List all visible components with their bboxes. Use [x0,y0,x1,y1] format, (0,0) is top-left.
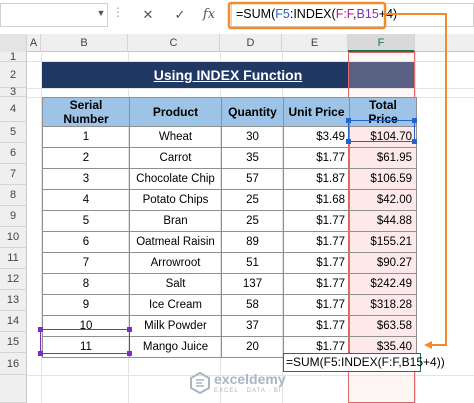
exceldemy-watermark: exceldemy EXCEL · DATA · BI [186,369,306,399]
watermark-tagline: EXCEL · DATA · BI [214,388,282,394]
callout-connector [227,1,447,349]
watermark-name: exceldemy [214,371,286,387]
exceldemy-logo-icon [190,372,210,394]
